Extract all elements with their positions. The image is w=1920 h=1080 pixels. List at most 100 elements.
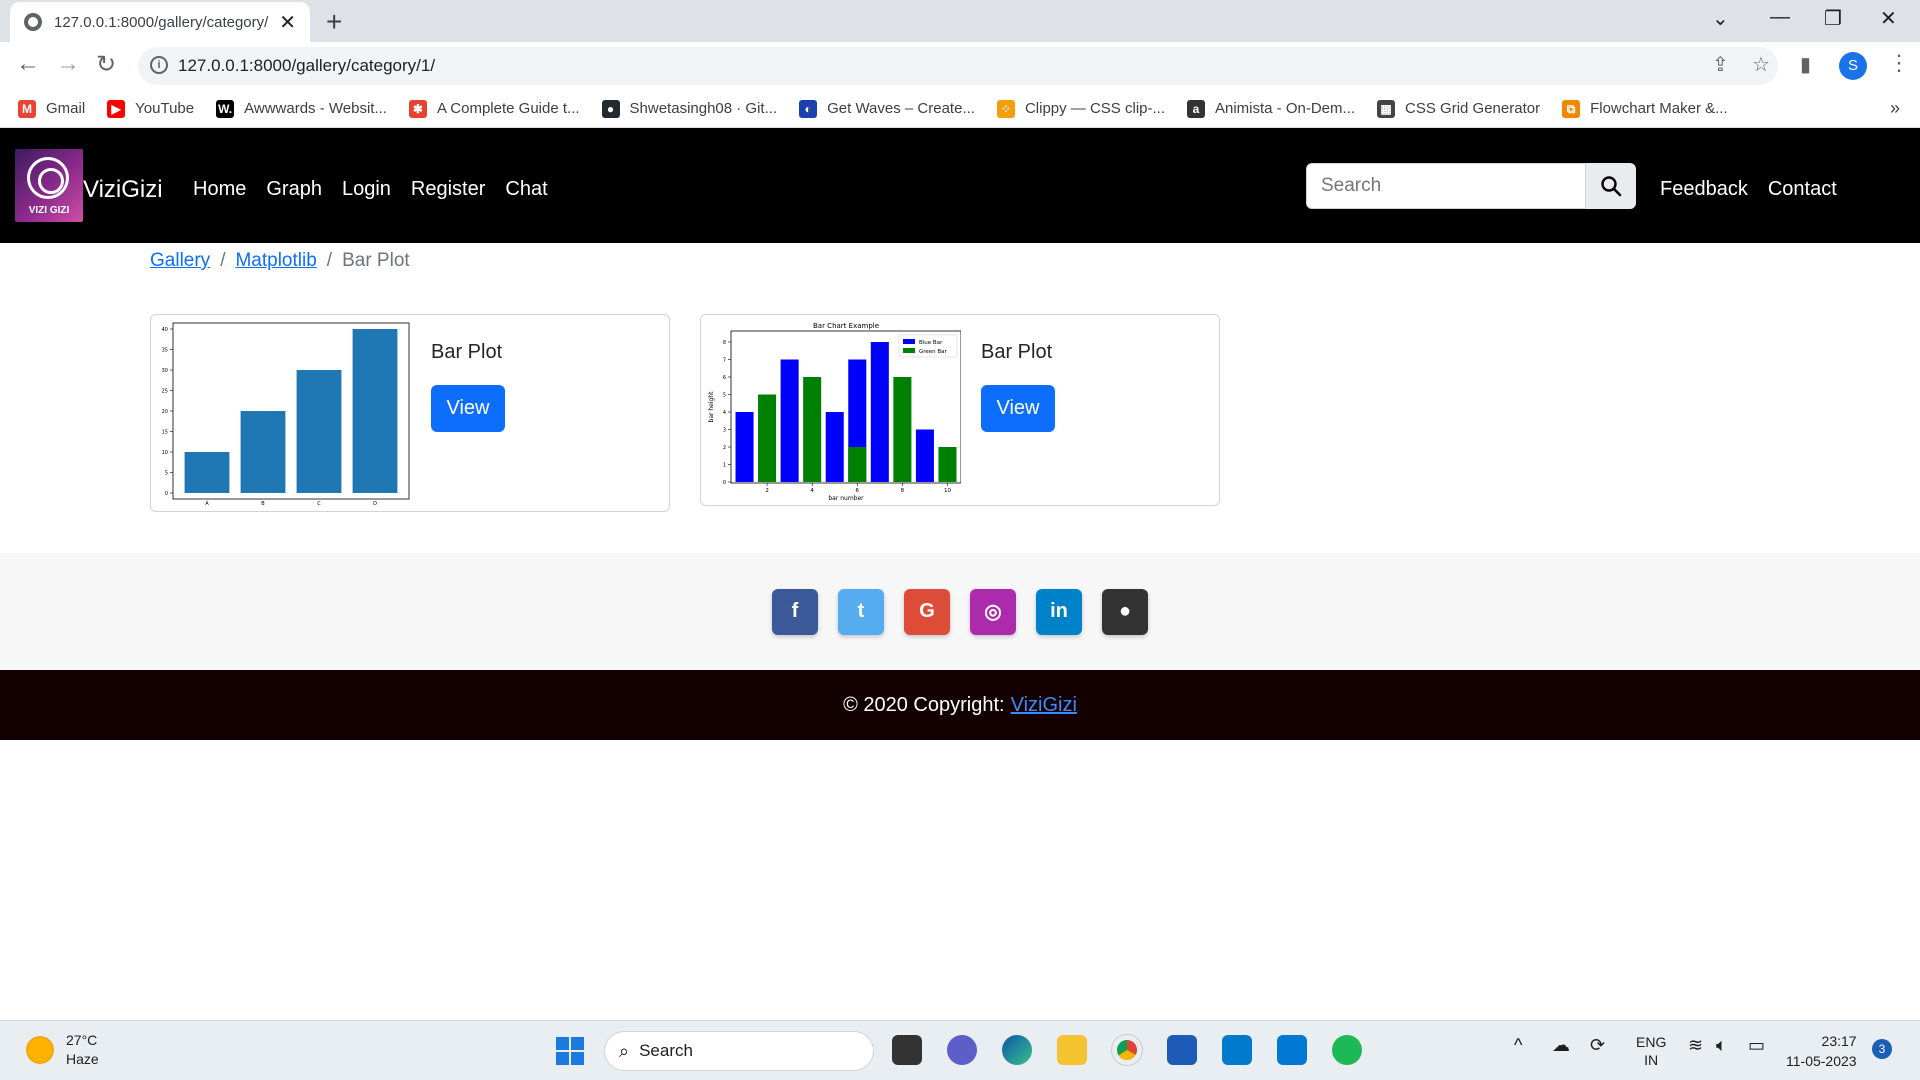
x-tick-label: B — [261, 501, 265, 505]
clock-time: 23:17 — [1821, 1033, 1857, 1049]
bookmark-label: Gmail — [46, 100, 86, 117]
reload-icon[interactable]: ↻ — [96, 50, 116, 79]
right-nav: Feedback Contact — [1660, 178, 1837, 201]
file-explorer-icon[interactable] — [1057, 1035, 1087, 1065]
cortana-icon[interactable] — [1277, 1035, 1307, 1065]
task-view-icon[interactable] — [892, 1035, 922, 1065]
bookmark-item[interactable]: W. Awwwards - Websit... — [216, 99, 387, 118]
wifi-icon[interactable]: ≋ — [1688, 1035, 1703, 1056]
google-icon[interactable]: G — [904, 588, 950, 635]
search-button[interactable] — [1586, 163, 1636, 209]
battery-icon[interactable]: ▭ — [1748, 1035, 1765, 1056]
tab-search-icon[interactable]: ⌄ — [1712, 6, 1729, 31]
spotify-icon[interactable] — [1332, 1035, 1362, 1065]
logo-text: VIZI GIZI — [28, 205, 70, 216]
gallery-card: 0 5 10 15 20 25 30 35 40 A B C D Bar Plot View — [150, 314, 670, 512]
nav-register[interactable]: Register — [411, 178, 485, 201]
more-bookmarks-icon[interactable]: » — [1890, 98, 1900, 119]
close-window-icon[interactable]: ✕ — [1880, 6, 1897, 31]
bookmark-item[interactable]: ▶ YouTube — [107, 99, 194, 118]
menu-icon[interactable]: ⋮ — [1888, 50, 1910, 76]
y-tick-label: 6 — [723, 375, 726, 381]
minimize-icon[interactable]: — — [1770, 6, 1790, 29]
bookmark-item[interactable]: ▦ CSS Grid Generator — [1377, 99, 1541, 118]
system-clock[interactable]: 23:17 11-05-2023 — [1786, 1031, 1857, 1071]
bookmark-label: Get Waves – Create... — [827, 100, 975, 117]
forward-icon[interactable]: → — [56, 50, 80, 78]
volume-icon[interactable]: 🔈︎ — [1716, 1035, 1727, 1056]
bookmark-item[interactable]: ⁘ Clippy — CSS clip-... — [996, 99, 1165, 118]
nav-contact[interactable]: Contact — [1768, 178, 1837, 201]
onedrive-icon[interactable]: ☁ — [1552, 1035, 1570, 1056]
github-icon[interactable]: ● — [1102, 588, 1148, 635]
profile-avatar[interactable]: S — [1839, 52, 1867, 80]
clock-date: 11-05-2023 — [1786, 1053, 1857, 1069]
sync-icon[interactable]: ⟳ — [1590, 1035, 1605, 1056]
x-tick-label: 10 — [944, 488, 951, 494]
side-panel-icon[interactable]: ▮ — [1800, 52, 1811, 77]
y-tick-label: 25 — [162, 389, 168, 395]
card-title: Bar Plot — [981, 341, 1053, 363]
linkedin-icon[interactable]: in — [1036, 588, 1082, 635]
site-logo[interactable]: VIZI GIZI — [15, 149, 83, 222]
search-input[interactable] — [1306, 163, 1586, 209]
bar — [296, 370, 342, 493]
y-tick-label: 30 — [162, 368, 168, 374]
taskbar-search-label: Search — [639, 1041, 693, 1060]
new-tab-icon[interactable]: + — [326, 6, 342, 38]
y-tick-label: 5 — [723, 393, 726, 399]
bar-green-bar — [758, 394, 777, 482]
address-bar[interactable]: i 127.0.0.1:8000/gallery/category/1/ — [138, 47, 1778, 85]
instagram-icon[interactable]: ◎ — [970, 588, 1016, 635]
x-tick-label: A — [205, 501, 209, 505]
bookmark-item[interactable]: ● Shwetasingh08 · Git... — [601, 99, 777, 118]
taskbar-search[interactable]: ⌕ Search — [604, 1031, 874, 1071]
chrome-icon[interactable] — [1111, 1034, 1143, 1066]
bookmark-item[interactable]: ⧉ Flowchart Maker &... — [1562, 99, 1728, 118]
bookmark-label: Awwwards - Websit... — [244, 100, 387, 117]
y-tick-label: 40 — [162, 327, 168, 333]
restore-icon[interactable]: ❐ — [1824, 6, 1842, 31]
weather-temperature: 27°C — [66, 1032, 98, 1048]
site-info-icon[interactable]: i — [150, 56, 168, 74]
close-tab-icon[interactable]: ✕ — [279, 10, 296, 35]
nav-graph[interactable]: Graph — [266, 178, 322, 201]
twitter-icon[interactable]: t — [838, 588, 884, 635]
back-icon[interactable]: ← — [16, 50, 40, 78]
copyright-link[interactable]: ViziGizi — [1011, 694, 1077, 717]
browser-tab[interactable]: 127.0.0.1:8000/gallery/category/ ✕ — [10, 2, 310, 42]
bookmark-star-icon[interactable]: ☆ — [1752, 52, 1770, 77]
edge-icon[interactable] — [1002, 1035, 1032, 1065]
tray-overflow-icon[interactable]: ^ — [1514, 1035, 1522, 1056]
notification-badge[interactable]: 3 — [1872, 1039, 1892, 1059]
copyright-bar: © 2020 Copyright: ViziGizi — [0, 670, 1920, 740]
language-indicator[interactable]: ENG IN — [1636, 1033, 1666, 1069]
view-button[interactable]: View — [431, 385, 505, 432]
browser-toolbar: ← → ↻ i 127.0.0.1:8000/gallery/category/… — [0, 42, 1920, 90]
bookmark-item[interactable]: M Gmail — [18, 99, 86, 118]
y-tick-label: 3 — [723, 428, 726, 434]
nav-login[interactable]: Login — [342, 178, 391, 201]
teams-chat-icon[interactable] — [947, 1035, 977, 1065]
bookmark-label: CSS Grid Generator — [1405, 100, 1541, 117]
breadcrumb-gallery[interactable]: Gallery — [150, 250, 210, 272]
vscode-icon[interactable] — [1222, 1035, 1252, 1065]
nav-home[interactable]: Home — [193, 178, 246, 201]
breadcrumb-matplotlib[interactable]: Matplotlib — [235, 250, 316, 272]
bookmark-item[interactable]: ◐ Get Waves – Create... — [799, 99, 975, 118]
microsoft-store-icon[interactable] — [1167, 1035, 1197, 1065]
bar-chart-thumbnail[interactable]: 0 5 10 15 20 25 30 35 40 A B C D — [155, 319, 411, 505]
facebook-icon[interactable]: f — [772, 588, 818, 635]
nav-chat[interactable]: Chat — [505, 178, 547, 201]
site-navbar: VIZI GIZI ViziGizi Home Graph Login Regi… — [0, 128, 1920, 243]
windows-start-icon[interactable] — [556, 1037, 584, 1065]
share-icon[interactable]: ⇪ — [1712, 52, 1729, 77]
view-button[interactable]: View — [981, 385, 1055, 432]
bookmark-item[interactable]: a Animista - On-Dem... — [1187, 99, 1355, 118]
bookmark-item[interactable]: ✱ A Complete Guide t... — [408, 99, 580, 118]
bar-chart-thumbnail[interactable]: Bar Chart Example 0 1 2 3 4 5 6 7 8 2 4 6 8 10 bar numb… — [705, 319, 961, 505]
brand-name[interactable]: ViziGizi — [83, 176, 163, 204]
weather-widget[interactable]: 27°C Haze — [26, 1031, 99, 1069]
nav-feedback[interactable]: Feedback — [1660, 178, 1748, 201]
bar-green-bar — [803, 377, 822, 482]
